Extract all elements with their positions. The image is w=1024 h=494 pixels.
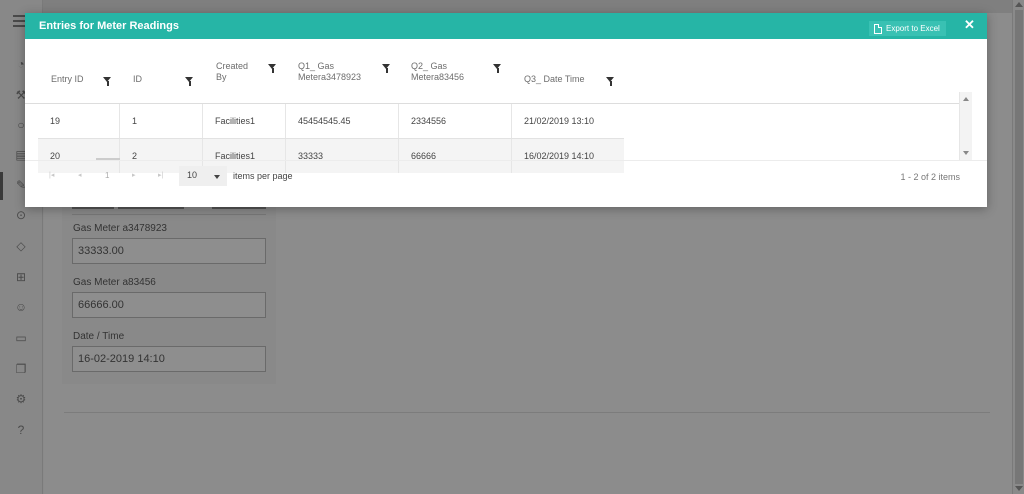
- scroll-down-icon[interactable]: [963, 151, 969, 155]
- gas-meter-2-label: Gas Meter a83456: [73, 277, 156, 288]
- content-divider: [64, 412, 990, 413]
- tag-icon[interactable]: ◇: [14, 239, 28, 253]
- file-icon: [874, 23, 882, 34]
- filter-icon[interactable]: [268, 64, 277, 73]
- range-info: 1 - 2 of 2 items: [900, 172, 960, 182]
- prev-page-icon[interactable]: ◂: [78, 171, 82, 179]
- scroll-down-icon[interactable]: [1015, 486, 1023, 491]
- form-separator: [72, 214, 266, 215]
- cell-created-by: Facilities1: [215, 116, 256, 126]
- scrollbar-thumb[interactable]: [1015, 10, 1023, 484]
- filter-icon[interactable]: [185, 77, 194, 86]
- grid-scrollbar[interactable]: [959, 92, 972, 160]
- column-header-entry-id[interactable]: Entry ID: [51, 53, 121, 104]
- help-icon[interactable]: ?: [14, 423, 28, 437]
- active-nav-marker: [0, 172, 3, 200]
- cell-entry-id: 19: [50, 116, 61, 126]
- page-size-select[interactable]: 10: [179, 166, 227, 186]
- page-size-value: 10: [187, 170, 198, 180]
- close-icon[interactable]: ✕: [964, 18, 975, 32]
- pager: |◂ ◂ 1 ▸ ▸| 10 items per page 1 - 2 of 2…: [25, 158, 987, 193]
- scroll-up-icon[interactable]: [963, 97, 969, 101]
- table-row[interactable]: 19 1 Facilities1 45454545.45 2334556 21/…: [38, 104, 624, 138]
- date-time-label: Date / Time: [73, 331, 125, 342]
- column-header-q2-gas[interactable]: Q2_ Gas Metera83456: [411, 53, 511, 104]
- next-page-icon[interactable]: ▸: [132, 171, 136, 179]
- gas-meter-1-label: Gas Meter a3478923: [73, 223, 167, 234]
- column-header-created-by[interactable]: Created By: [216, 53, 286, 104]
- cell-q3-date-time: 21/02/2019 13:10: [524, 116, 595, 126]
- gas-meter-1-field[interactable]: 33333.00: [72, 238, 266, 264]
- filter-icon[interactable]: [493, 64, 502, 73]
- cell-q1-gas: 45454545.45: [298, 116, 351, 126]
- location-icon[interactable]: ⊙: [14, 208, 28, 222]
- current-page[interactable]: 1: [94, 158, 122, 180]
- cell-id: 1: [132, 116, 138, 126]
- filter-icon[interactable]: [382, 64, 391, 73]
- modal-header: Entries for Meter Readings Export to Exc…: [25, 13, 987, 39]
- user-icon[interactable]: ☺: [14, 300, 28, 314]
- export-label: Export to Excel: [886, 24, 940, 33]
- modal-title: Entries for Meter Readings: [39, 20, 179, 32]
- column-header-q3-date-time[interactable]: Q3_ Date Time: [524, 53, 634, 104]
- assets-icon[interactable]: ⊞: [14, 270, 28, 284]
- items-per-page-label: items per page: [233, 171, 293, 181]
- export-to-excel-button[interactable]: Export to Excel: [869, 21, 946, 36]
- gas-meter-2-field[interactable]: 66666.00: [72, 292, 266, 318]
- documents-icon[interactable]: ❐: [14, 362, 28, 376]
- filter-icon[interactable]: [103, 77, 112, 86]
- settings-icon[interactable]: ⚙: [14, 392, 28, 406]
- last-page-icon[interactable]: ▸|: [158, 171, 163, 179]
- column-header-q1-gas[interactable]: Q1_ Gas Metera3478923: [298, 53, 398, 104]
- folder-icon[interactable]: ▭: [14, 331, 28, 345]
- first-page-icon[interactable]: |◂: [49, 171, 54, 179]
- column-header-id[interactable]: ID: [133, 53, 213, 104]
- chevron-down-icon: [214, 175, 220, 179]
- cell-q2-gas: 2334556: [411, 116, 447, 126]
- meter-readings-modal: Entries for Meter Readings Export to Exc…: [25, 13, 987, 207]
- grid-header: Entry ID ID Created By Q1_ Gas Metera34789…: [25, 53, 959, 104]
- app-topbar: [0, 0, 1012, 13]
- filter-icon[interactable]: [606, 77, 615, 86]
- scroll-up-icon[interactable]: [1015, 2, 1023, 7]
- date-time-field[interactable]: 16-02-2019 14:10: [72, 346, 266, 372]
- page-scrollbar[interactable]: [1012, 0, 1024, 494]
